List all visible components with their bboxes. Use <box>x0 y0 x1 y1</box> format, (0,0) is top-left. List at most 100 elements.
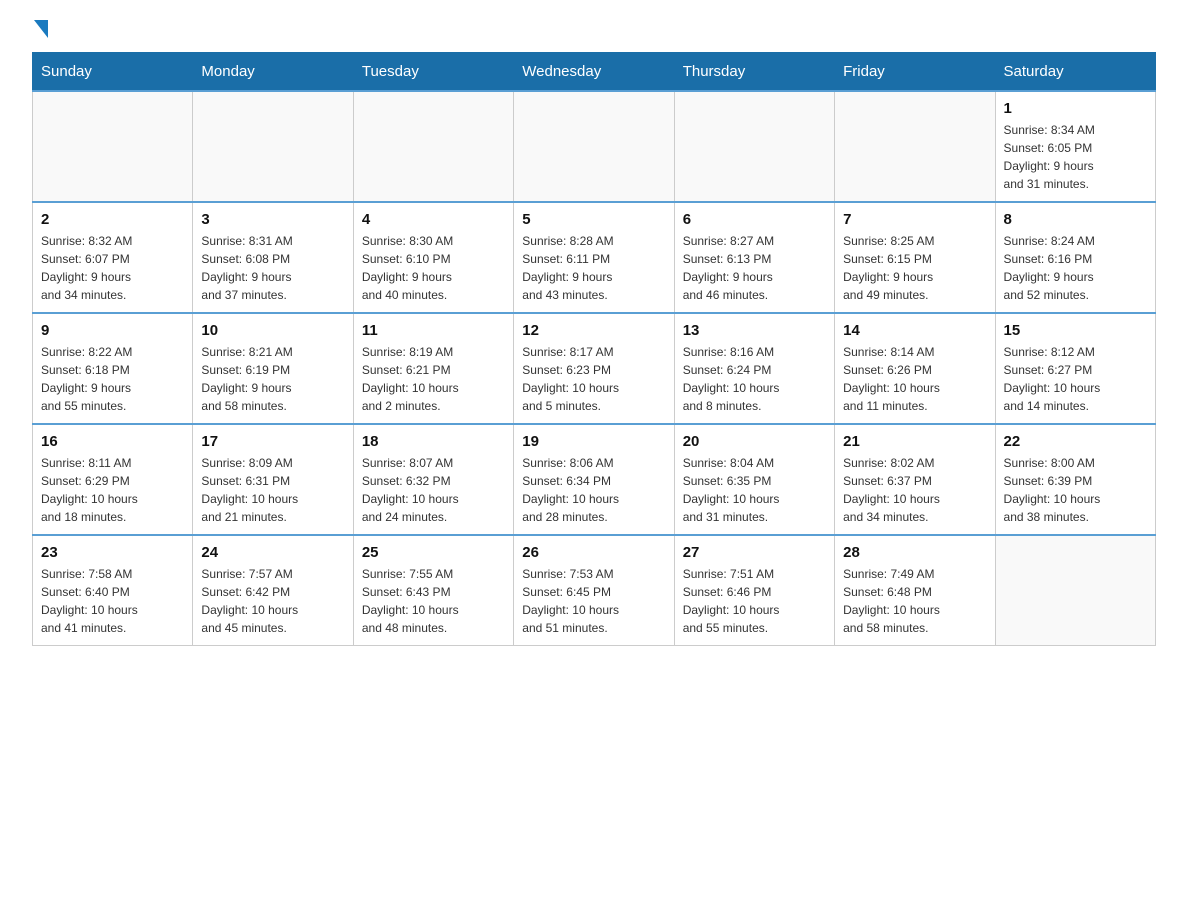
day-info: Sunrise: 8:16 AM Sunset: 6:24 PM Dayligh… <box>683 343 826 415</box>
day-number: 1 <box>1004 100 1147 117</box>
week-row-4: 16 Sunrise: 8:11 AM Sunset: 6:29 PM Dayli… <box>33 424 1156 535</box>
day-number: 6 <box>683 211 826 228</box>
week-row-1: 1 Sunrise: 8:34 AM Sunset: 6:05 PM Daylig… <box>33 91 1156 202</box>
day-number: 13 <box>683 322 826 339</box>
day-info: Sunrise: 8:00 AM Sunset: 6:39 PM Dayligh… <box>1004 454 1147 526</box>
day-number: 18 <box>362 433 505 450</box>
day-info: Sunrise: 8:27 AM Sunset: 6:13 PM Dayligh… <box>683 232 826 304</box>
day-number: 25 <box>362 544 505 561</box>
weekday-header-thursday: Thursday <box>674 53 834 92</box>
calendar-cell: 4 Sunrise: 8:30 AM Sunset: 6:10 PM Daylig… <box>353 202 513 313</box>
day-info: Sunrise: 7:53 AM Sunset: 6:45 PM Dayligh… <box>522 565 665 637</box>
day-info: Sunrise: 7:58 AM Sunset: 6:40 PM Dayligh… <box>41 565 184 637</box>
day-number: 19 <box>522 433 665 450</box>
calendar-cell: 21 Sunrise: 8:02 AM Sunset: 6:37 PM Dayli… <box>835 424 995 535</box>
calendar-cell: 22 Sunrise: 8:00 AM Sunset: 6:39 PM Dayli… <box>995 424 1155 535</box>
day-info: Sunrise: 7:49 AM Sunset: 6:48 PM Dayligh… <box>843 565 986 637</box>
calendar-cell: 6 Sunrise: 8:27 AM Sunset: 6:13 PM Daylig… <box>674 202 834 313</box>
day-info: Sunrise: 8:17 AM Sunset: 6:23 PM Dayligh… <box>522 343 665 415</box>
day-info: Sunrise: 8:22 AM Sunset: 6:18 PM Dayligh… <box>41 343 184 415</box>
calendar-cell: 18 Sunrise: 8:07 AM Sunset: 6:32 PM Dayli… <box>353 424 513 535</box>
day-info: Sunrise: 8:30 AM Sunset: 6:10 PM Dayligh… <box>362 232 505 304</box>
day-number: 21 <box>843 433 986 450</box>
day-number: 9 <box>41 322 184 339</box>
calendar-cell: 2 Sunrise: 8:32 AM Sunset: 6:07 PM Daylig… <box>33 202 193 313</box>
calendar-cell: 8 Sunrise: 8:24 AM Sunset: 6:16 PM Daylig… <box>995 202 1155 313</box>
day-number: 8 <box>1004 211 1147 228</box>
logo <box>32 24 48 36</box>
day-number: 11 <box>362 322 505 339</box>
day-number: 10 <box>201 322 344 339</box>
weekday-header-wednesday: Wednesday <box>514 53 674 92</box>
calendar-cell <box>193 91 353 202</box>
day-number: 4 <box>362 211 505 228</box>
day-info: Sunrise: 8:25 AM Sunset: 6:15 PM Dayligh… <box>843 232 986 304</box>
calendar-cell: 26 Sunrise: 7:53 AM Sunset: 6:45 PM Dayli… <box>514 535 674 646</box>
calendar-cell: 14 Sunrise: 8:14 AM Sunset: 6:26 PM Dayli… <box>835 313 995 424</box>
weekday-header-saturday: Saturday <box>995 53 1155 92</box>
day-info: Sunrise: 8:09 AM Sunset: 6:31 PM Dayligh… <box>201 454 344 526</box>
day-number: 16 <box>41 433 184 450</box>
day-number: 7 <box>843 211 986 228</box>
weekday-header-row: SundayMondayTuesdayWednesdayThursdayFrid… <box>33 53 1156 92</box>
day-number: 14 <box>843 322 986 339</box>
day-number: 23 <box>41 544 184 561</box>
calendar-cell: 17 Sunrise: 8:09 AM Sunset: 6:31 PM Dayli… <box>193 424 353 535</box>
day-number: 22 <box>1004 433 1147 450</box>
calendar-cell: 23 Sunrise: 7:58 AM Sunset: 6:40 PM Dayli… <box>33 535 193 646</box>
day-info: Sunrise: 8:07 AM Sunset: 6:32 PM Dayligh… <box>362 454 505 526</box>
day-number: 17 <box>201 433 344 450</box>
day-info: Sunrise: 8:02 AM Sunset: 6:37 PM Dayligh… <box>843 454 986 526</box>
calendar-table: SundayMondayTuesdayWednesdayThursdayFrid… <box>32 52 1156 646</box>
day-info: Sunrise: 8:32 AM Sunset: 6:07 PM Dayligh… <box>41 232 184 304</box>
week-row-2: 2 Sunrise: 8:32 AM Sunset: 6:07 PM Daylig… <box>33 202 1156 313</box>
calendar-cell: 28Sunrise: 7:49 AM Sunset: 6:48 PM Dayli… <box>835 535 995 646</box>
calendar-cell: 1 Sunrise: 8:34 AM Sunset: 6:05 PM Daylig… <box>995 91 1155 202</box>
day-info: Sunrise: 8:12 AM Sunset: 6:27 PM Dayligh… <box>1004 343 1147 415</box>
day-number: 3 <box>201 211 344 228</box>
logo-triangle-icon <box>34 20 48 38</box>
day-info: Sunrise: 7:55 AM Sunset: 6:43 PM Dayligh… <box>362 565 505 637</box>
calendar-cell: 7 Sunrise: 8:25 AM Sunset: 6:15 PM Daylig… <box>835 202 995 313</box>
calendar-cell: 11Sunrise: 8:19 AM Sunset: 6:21 PM Dayli… <box>353 313 513 424</box>
calendar-cell: 27 Sunrise: 7:51 AM Sunset: 6:46 PM Dayli… <box>674 535 834 646</box>
calendar-cell <box>514 91 674 202</box>
day-number: 24 <box>201 544 344 561</box>
weekday-header-monday: Monday <box>193 53 353 92</box>
day-info: Sunrise: 8:24 AM Sunset: 6:16 PM Dayligh… <box>1004 232 1147 304</box>
day-info: Sunrise: 8:31 AM Sunset: 6:08 PM Dayligh… <box>201 232 344 304</box>
day-info: Sunrise: 7:57 AM Sunset: 6:42 PM Dayligh… <box>201 565 344 637</box>
weekday-header-tuesday: Tuesday <box>353 53 513 92</box>
day-number: 20 <box>683 433 826 450</box>
weekday-header-sunday: Sunday <box>33 53 193 92</box>
day-info: Sunrise: 8:34 AM Sunset: 6:05 PM Dayligh… <box>1004 121 1147 193</box>
calendar-cell <box>353 91 513 202</box>
day-number: 5 <box>522 211 665 228</box>
calendar-cell: 10 Sunrise: 8:21 AM Sunset: 6:19 PM Dayli… <box>193 313 353 424</box>
week-row-3: 9 Sunrise: 8:22 AM Sunset: 6:18 PM Daylig… <box>33 313 1156 424</box>
calendar-cell <box>835 91 995 202</box>
calendar-cell: 24 Sunrise: 7:57 AM Sunset: 6:42 PM Dayli… <box>193 535 353 646</box>
day-number: 27 <box>683 544 826 561</box>
page-header <box>32 24 1156 36</box>
calendar-cell <box>995 535 1155 646</box>
calendar-cell: 20Sunrise: 8:04 AM Sunset: 6:35 PM Dayli… <box>674 424 834 535</box>
calendar-cell: 19 Sunrise: 8:06 AM Sunset: 6:34 PM Dayli… <box>514 424 674 535</box>
day-info: Sunrise: 8:21 AM Sunset: 6:19 PM Dayligh… <box>201 343 344 415</box>
day-number: 2 <box>41 211 184 228</box>
day-info: Sunrise: 7:51 AM Sunset: 6:46 PM Dayligh… <box>683 565 826 637</box>
day-number: 26 <box>522 544 665 561</box>
calendar-cell: 5 Sunrise: 8:28 AM Sunset: 6:11 PM Daylig… <box>514 202 674 313</box>
calendar-cell: 12Sunrise: 8:17 AM Sunset: 6:23 PM Dayli… <box>514 313 674 424</box>
calendar-cell: 25 Sunrise: 7:55 AM Sunset: 6:43 PM Dayli… <box>353 535 513 646</box>
day-info: Sunrise: 8:14 AM Sunset: 6:26 PM Dayligh… <box>843 343 986 415</box>
weekday-header-friday: Friday <box>835 53 995 92</box>
calendar-cell: 16 Sunrise: 8:11 AM Sunset: 6:29 PM Dayli… <box>33 424 193 535</box>
calendar-cell: 3 Sunrise: 8:31 AM Sunset: 6:08 PM Daylig… <box>193 202 353 313</box>
calendar-cell <box>674 91 834 202</box>
calendar-cell: 9 Sunrise: 8:22 AM Sunset: 6:18 PM Daylig… <box>33 313 193 424</box>
day-info: Sunrise: 8:06 AM Sunset: 6:34 PM Dayligh… <box>522 454 665 526</box>
day-info: Sunrise: 8:11 AM Sunset: 6:29 PM Dayligh… <box>41 454 184 526</box>
day-info: Sunrise: 8:28 AM Sunset: 6:11 PM Dayligh… <box>522 232 665 304</box>
calendar-cell: 15Sunrise: 8:12 AM Sunset: 6:27 PM Dayli… <box>995 313 1155 424</box>
